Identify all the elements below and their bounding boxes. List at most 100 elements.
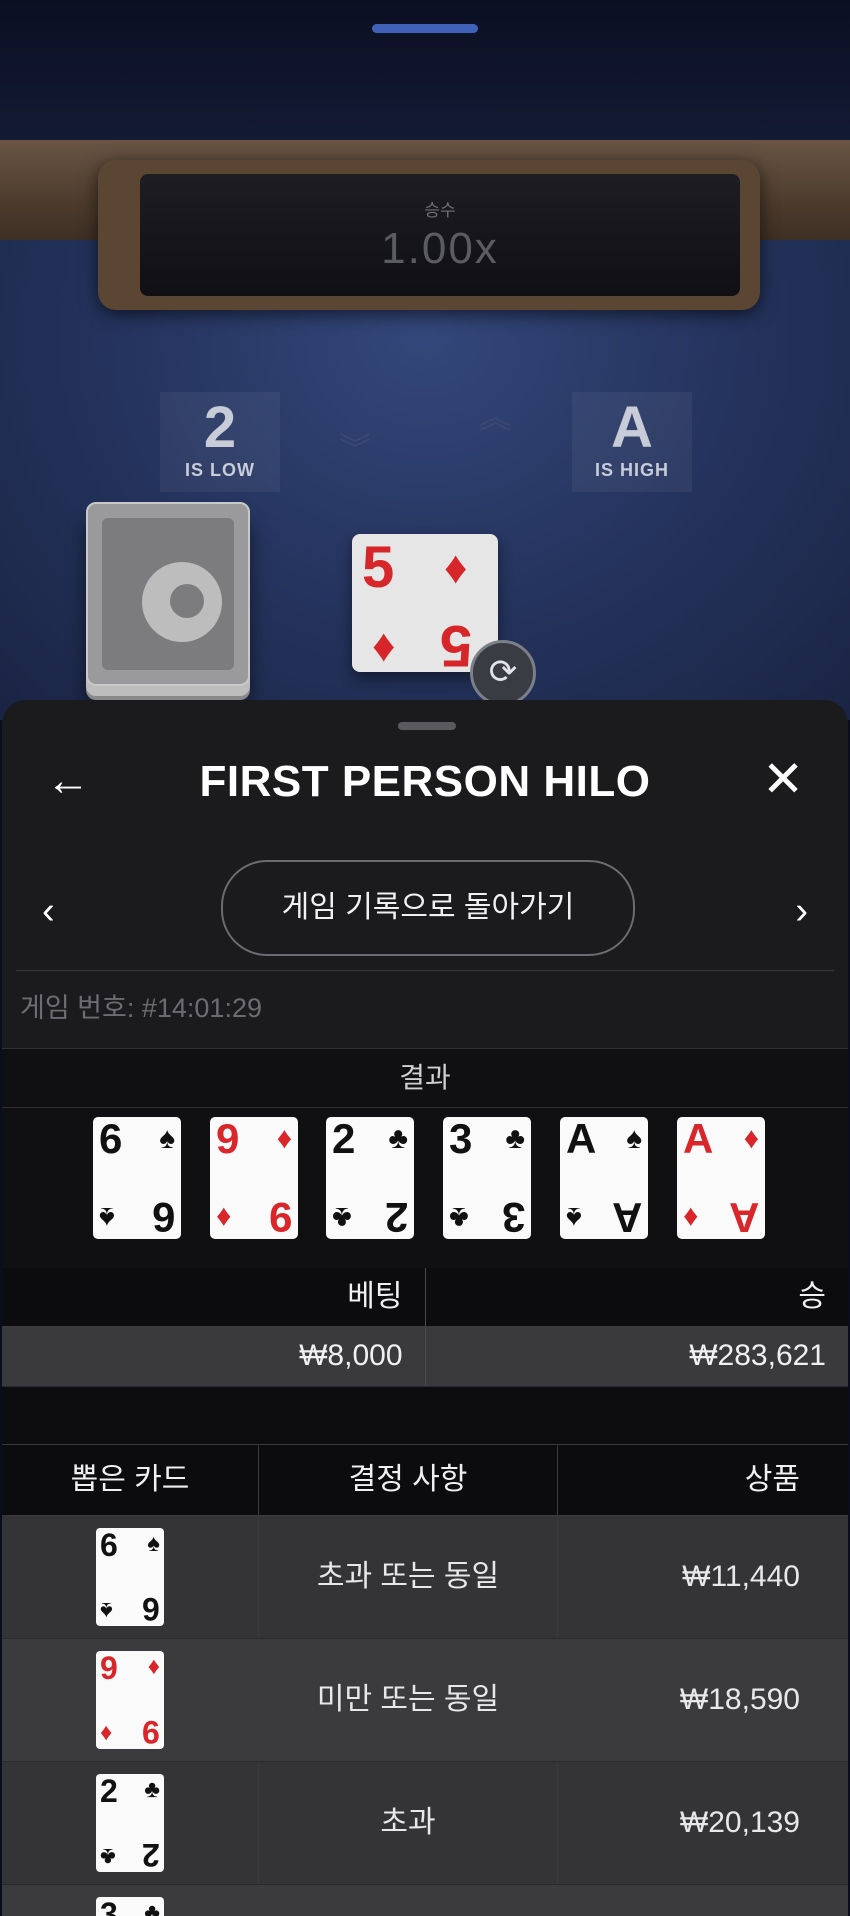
draw-table: 뽑은 카드 결정 사항 상품 6 ♠ ♠ 6 초과 또는 동일 ₩11,440	[2, 1444, 848, 1916]
draw-table-header: 뽑은 카드 결정 사항 상품	[2, 1444, 848, 1516]
game-scene: 승수 1.00x 2 IS LOW ︾ ︽ A IS HIGH 5 ♦ ♦ 5 …	[0, 0, 850, 720]
club-suit-icon: ♣	[505, 1122, 525, 1155]
refresh-icon: ⟳	[488, 653, 518, 691]
card-deck	[86, 502, 250, 686]
diamond-suit-icon: ♦	[743, 1122, 759, 1155]
table-row: 9 ♦ ♦ 9 미만 또는 동일 ₩18,590	[2, 1639, 848, 1762]
win-amount: ₩283,621	[424, 1327, 849, 1385]
spade-suit-icon: ♠	[147, 1530, 160, 1557]
spade-suit-icon: ♠	[99, 1201, 115, 1234]
card-rank-inverted: A	[611, 1194, 642, 1241]
diamond-suit-icon: ♦	[147, 1653, 160, 1680]
decision-cell: 초과	[258, 1762, 557, 1884]
card-rank-inverted: 2	[384, 1194, 408, 1241]
club-suit-icon: ♣	[100, 1843, 116, 1870]
result-card: 3 ♣ ♣ 3	[443, 1115, 531, 1241]
multiplier-label: 승수	[424, 201, 456, 220]
card-rank: A	[566, 1115, 597, 1162]
club-suit-icon: ♣	[332, 1201, 352, 1234]
bet-table-row: ₩8,000 ₩283,621	[2, 1327, 848, 1386]
prize-cell: ₩11,440	[557, 1516, 848, 1638]
diamond-suit-icon: ♦	[444, 541, 468, 593]
card-rank: 6	[99, 1115, 123, 1162]
result-card: 6 ♠ ♠ 6	[93, 1115, 181, 1241]
result-card: A ♠ ♠ A	[560, 1115, 648, 1241]
card-rank-inverted: 6	[151, 1194, 175, 1241]
divider	[16, 970, 834, 971]
current-card: 5 ♦ ♦ 5	[352, 534, 498, 678]
drawn-card: 3 ♣ ♣ 3	[96, 1896, 164, 1916]
card-rank-inverted: A	[728, 1194, 759, 1241]
sheet-grabber[interactable]	[398, 722, 456, 730]
bet-table-header: 베팅 승	[2, 1268, 848, 1327]
card-rank: 3	[449, 1115, 473, 1162]
card-rank: 9	[100, 1650, 118, 1686]
game-history-sheet: ← FIRST PERSON HILO ✕ ‹ 게임 기록으로 돌아가기 › 게…	[2, 700, 848, 1916]
table-row: 2 ♣ ♣ 2 초과 ₩20,139	[2, 1762, 848, 1885]
chevron-right-icon[interactable]: ›	[795, 890, 808, 933]
section-spacer	[2, 1386, 848, 1445]
card-rank: A	[683, 1115, 714, 1162]
prize-cell	[557, 1885, 848, 1916]
card-rank-inverted: 9	[268, 1194, 292, 1241]
decision-header: 결정 사항	[258, 1445, 557, 1515]
top-drag-handle[interactable]	[372, 24, 478, 33]
club-suit-icon: ♣	[449, 1201, 469, 1234]
swap-card-button[interactable]: ⟳	[470, 640, 536, 706]
back-to-history-button[interactable]: 게임 기록으로 돌아가기	[221, 860, 635, 956]
club-suit-icon: ♣	[144, 1776, 160, 1803]
spade-suit-icon: ♠	[626, 1122, 642, 1155]
low-rank: 2	[203, 395, 237, 460]
low-caption: IS LOW	[185, 460, 255, 480]
multiplier-value: 1.00x	[381, 224, 499, 273]
prize-cell: ₩18,590	[557, 1639, 848, 1761]
current-card-rank-inverted: 5	[440, 613, 473, 678]
decision-cell	[258, 1885, 557, 1916]
chevron-up-icon: ︽	[478, 399, 511, 435]
drawn-card: 9 ♦ ♦ 9	[96, 1650, 164, 1750]
high-rank: A	[611, 395, 653, 460]
drawn-card: 2 ♣ ♣ 2	[96, 1773, 164, 1873]
card-rank: 2	[100, 1773, 118, 1809]
spade-suit-icon: ♠	[100, 1597, 113, 1624]
table-row: 3 ♣ ♣ 3	[2, 1885, 848, 1916]
chevron-left-icon[interactable]: ‹	[42, 890, 55, 933]
result-card: 9 ♦ ♦ 9	[210, 1115, 298, 1241]
spade-suit-icon: ♠	[159, 1122, 175, 1155]
diamond-suit-icon: ♦	[216, 1201, 232, 1234]
card-rank: 2	[332, 1115, 356, 1162]
table-row: 6 ♠ ♠ 6 초과 또는 동일 ₩11,440	[2, 1516, 848, 1639]
diamond-suit-icon: ♦	[372, 619, 396, 671]
club-suit-icon: ♣	[144, 1899, 160, 1916]
low-indicator: 2 IS LOW	[160, 392, 280, 492]
current-card-rank: 5	[362, 535, 395, 600]
drawn-card: 6 ♠ ♠ 6	[96, 1527, 164, 1627]
multiplier-display: 승수 1.00x	[140, 174, 740, 296]
bet-amount: ₩8,000	[299, 1339, 403, 1372]
high-indicator: A IS HIGH	[572, 392, 692, 492]
deck-logo-icon	[142, 562, 222, 642]
result-card: A ♦ ♦ A	[677, 1115, 765, 1241]
card-rank-inverted: 2	[142, 1837, 160, 1873]
diamond-suit-icon: ♦	[276, 1122, 292, 1155]
result-card: 2 ♣ ♣ 2	[326, 1115, 414, 1241]
card-rank: 3	[100, 1896, 118, 1916]
result-section: 결과 6 ♠ ♠ 6 9 ♦ ♦ 9 2 ♣ ♣ 2 3 ♣ ♣ 3 A ♠ ♠…	[2, 1048, 848, 1269]
card-rank-inverted: 6	[142, 1591, 160, 1627]
sheet-title: FIRST PERSON HILO	[199, 757, 651, 806]
bet-table: 베팅 승 ₩8,000 ₩283,621	[2, 1268, 848, 1386]
decision-cell: 초과 또는 동일	[258, 1516, 557, 1638]
win-header: 승	[424, 1268, 849, 1326]
club-suit-icon: ♣	[388, 1122, 408, 1155]
prize-cell: ₩20,139	[557, 1762, 848, 1884]
close-icon[interactable]: ✕	[762, 752, 804, 806]
result-title: 결과	[2, 1049, 848, 1108]
high-caption: IS HIGH	[594, 460, 669, 480]
bet-header: 베팅	[347, 1280, 403, 1313]
decision-cell: 미만 또는 동일	[258, 1639, 557, 1761]
result-cards: 6 ♠ ♠ 6 9 ♦ ♦ 9 2 ♣ ♣ 2 3 ♣ ♣ 3 A ♠ ♠ A …	[2, 1115, 848, 1241]
chevron-down-icon: ︾	[338, 431, 371, 467]
card-rank: 9	[216, 1115, 240, 1162]
spade-suit-icon: ♠	[566, 1201, 582, 1234]
card-rank: 6	[100, 1527, 118, 1563]
